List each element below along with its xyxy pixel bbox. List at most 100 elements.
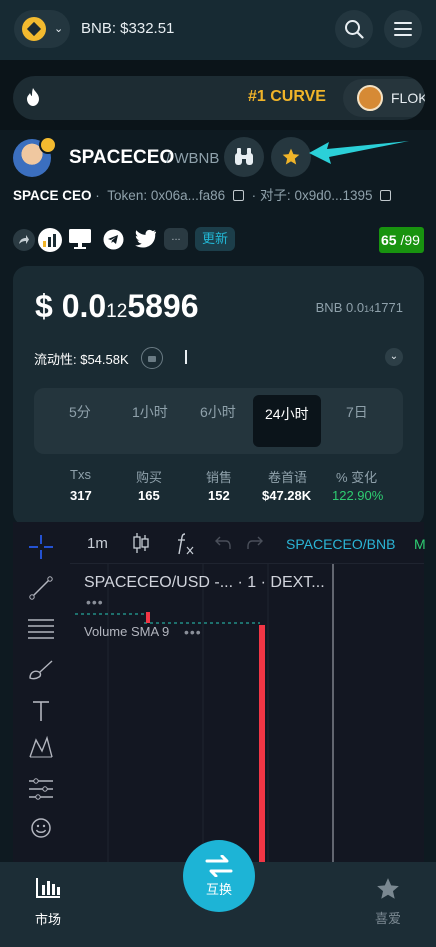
pattern-tool[interactable]: [27, 735, 55, 761]
stat-value-txs: 317: [70, 488, 92, 503]
tab-5m[interactable]: 5分: [69, 402, 91, 422]
timeframe-selector: 5分 1小时 6小时 24小时 7日: [34, 388, 403, 454]
token-score-badge[interactable]: 65 /99: [379, 227, 424, 253]
pair-address[interactable]: 对子: 0x9d0...1395: [260, 188, 373, 203]
redo-button[interactable]: [246, 535, 264, 556]
stat-value-volume: $47.28K: [262, 488, 312, 503]
swap-arrows-icon: [205, 854, 233, 877]
chart-extra-tab[interactable]: M: [414, 536, 426, 552]
binoculars-icon: [235, 148, 253, 165]
telegram-icon: [103, 229, 124, 250]
trending-strip[interactable]: #1 CURVE FLOKI: [13, 76, 425, 120]
website-button[interactable]: [68, 228, 92, 255]
trending-rank: #1 CURVE: [248, 88, 326, 105]
undo-button[interactable]: [214, 535, 232, 556]
indicator-more-dots[interactable]: •••: [184, 624, 202, 640]
copy-icon[interactable]: [232, 190, 244, 201]
more-links-button[interactable]: ...: [164, 228, 188, 250]
twitter-button[interactable]: [135, 229, 157, 253]
pointer-arrow-icon: [309, 141, 409, 164]
tab-1h[interactable]: 1小时: [132, 402, 168, 422]
brush-tool[interactable]: [27, 657, 55, 683]
stat-value-change: 122.90%: [332, 488, 384, 503]
chart-pair-symbol[interactable]: SPACECEO/BNB: [286, 536, 395, 552]
stat-label-buys: 购买: [136, 470, 163, 485]
volume-indicator-label: Volume SMA 9: [84, 624, 170, 639]
price-chart[interactable]: 1m SPACECEO/BNB M SPACECEO/USD -... · 1 …: [13, 522, 426, 862]
fx-icon: [178, 533, 194, 555]
stat-label-sells: 销售: [206, 470, 233, 485]
emoji-tool[interactable]: [27, 815, 55, 841]
floki-avatar: [357, 85, 383, 111]
share-button[interactable]: [13, 229, 35, 251]
monitor-icon: [69, 229, 91, 249]
stat-value-sells: 152: [208, 488, 230, 503]
chart-toolbar: 1m SPACECEO/BNB M: [70, 522, 426, 564]
text-icon: [33, 701, 49, 721]
volume-bar: [146, 612, 150, 623]
chart-site-button[interactable]: [38, 228, 62, 252]
chain-selector[interactable]: ⌄: [14, 10, 70, 48]
copy-icon[interactable]: [380, 190, 392, 201]
search-icon: [345, 20, 364, 39]
chart-legend-title: SPACECEO/USD -... · 1 · DEXT...: [84, 574, 325, 591]
nav-market-label: 市场: [34, 912, 61, 927]
volume-bar: [259, 625, 265, 862]
stat-label-volume: 卷首语: [268, 470, 308, 485]
update-badge[interactable]: 更新: [195, 227, 235, 251]
candle-type-button[interactable]: [132, 532, 150, 559]
fire-icon: [27, 88, 39, 106]
undo-icon: [215, 536, 231, 549]
swap-label: 互换: [205, 881, 232, 897]
fib-tool[interactable]: [27, 616, 55, 642]
token-avatar: [13, 136, 57, 177]
token-quote: / WBNB: [166, 150, 220, 167]
text-tool[interactable]: [27, 698, 55, 724]
tab-6h[interactable]: 6小时: [200, 402, 236, 422]
bnb-logo-icon: [22, 17, 46, 41]
trend-line-tool[interactable]: [27, 575, 55, 601]
chart-canvas: [75, 564, 334, 862]
indicators-button[interactable]: [174, 532, 196, 561]
interval-selector[interactable]: 1m: [87, 535, 108, 552]
chain-badge-icon: [39, 136, 57, 154]
nav-favorites-label: 喜爱: [374, 911, 401, 926]
drawing-toolbar: [13, 522, 70, 862]
price-usd: $ 0.0125896: [35, 288, 199, 324]
hamburger-icon: [394, 22, 412, 36]
brush-icon: [29, 660, 53, 680]
tab-7d[interactable]: 7日: [346, 402, 368, 422]
measure-tool[interactable]: [27, 776, 55, 802]
top-bar: ⌄ BNB: $332.51: [0, 0, 436, 60]
bar-chart-icon: [43, 234, 56, 247]
legend-more-dots[interactable]: •••: [86, 594, 104, 610]
tab-24h[interactable]: 24小时: [253, 395, 321, 447]
lines-icon: [28, 619, 54, 639]
lock-icon[interactable]: [141, 347, 163, 369]
trending-bar: #1 CURVE FLOKI: [0, 60, 436, 130]
price-bnb: BNB 0.0141771: [315, 300, 403, 315]
chart-plot-area[interactable]: SPACECEO/USD -... · 1 · DEXT... ••• Volu…: [70, 564, 424, 862]
search-button[interactable]: [335, 10, 373, 48]
trending-token-name: FLOKI: [391, 90, 425, 106]
crosshair-tool[interactable]: [27, 534, 55, 560]
stat-value-buys: 165: [138, 488, 160, 503]
twitter-icon: [135, 229, 157, 248]
swap-button[interactable]: 互换: [183, 840, 255, 912]
stat-label-txs: Txs: [70, 467, 91, 482]
telegram-button[interactable]: [103, 229, 124, 255]
share-icon: [19, 235, 29, 244]
star-icon: [377, 878, 399, 899]
token-address[interactable]: Token: 0x06a...fa86: [107, 188, 225, 203]
bar-chart-icon: [36, 878, 60, 898]
star-icon: [282, 148, 300, 165]
smiley-icon: [31, 818, 51, 838]
binoculars-button[interactable]: [224, 137, 264, 177]
text-cursor: [185, 350, 187, 364]
nav-market[interactable]: 市场: [18, 876, 78, 928]
redo-icon: [247, 536, 263, 549]
nav-favorites[interactable]: 喜爱: [358, 876, 418, 927]
trending-token-floki[interactable]: FLOKI: [343, 79, 425, 117]
menu-button[interactable]: [384, 10, 422, 48]
chevron-down-icon[interactable]: ⌄: [385, 348, 403, 366]
